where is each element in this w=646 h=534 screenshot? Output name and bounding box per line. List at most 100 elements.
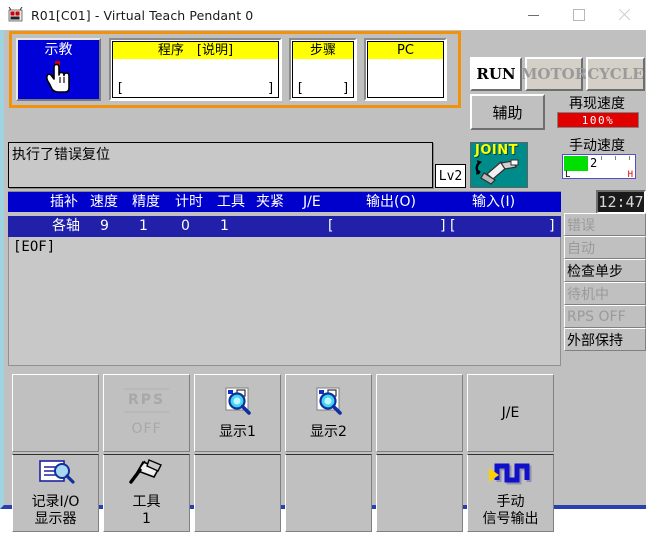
message-text: 执行了错误复位 bbox=[12, 147, 110, 163]
fkey-je[interactable]: J/E bbox=[467, 374, 554, 452]
fkey-manual-signal-label2: 信号输出 bbox=[482, 511, 539, 527]
run-mode-button[interactable]: RUN bbox=[470, 57, 522, 91]
message-bar: 执行了错误复位 bbox=[8, 142, 433, 188]
row-tool: 1 bbox=[220, 218, 229, 234]
pc-field-body[interactable] bbox=[368, 59, 443, 97]
pc-field-title: PC bbox=[368, 42, 443, 59]
function-key-row: 记录I/O 显示器 RPS OFF 工具 1 显示1 显示2 J/E 手动 信号… bbox=[12, 374, 642, 534]
program-table-row[interactable]: 各轴 9 1 0 1 [ ] [ ] bbox=[8, 216, 561, 237]
fkey-display-2-label: 显示2 bbox=[310, 423, 347, 440]
fkey-display-1-label: 显示1 bbox=[219, 423, 256, 440]
fkey-column-1: 记录I/O 显示器 bbox=[12, 374, 99, 534]
fkey-tool-1[interactable]: 工具 1 bbox=[103, 454, 190, 532]
step-field[interactable]: 步骤 [ ] bbox=[289, 38, 357, 101]
row-output-close: ] bbox=[440, 218, 446, 234]
program-field[interactable]: 程序 [说明] [ ] bbox=[109, 38, 282, 101]
playback-speed-label: 再现速度 bbox=[569, 96, 625, 112]
window-title: R01[C01] - Virtual Teach Pendant 0 bbox=[31, 7, 254, 23]
header-input: 输入(I) bbox=[472, 194, 516, 210]
level-badge[interactable]: Lv2 bbox=[435, 164, 466, 188]
close-button[interactable] bbox=[601, 0, 646, 30]
motor-mode-button[interactable]: MOTOR bbox=[521, 57, 587, 91]
fkey-manual-signal-output[interactable]: 手动 信号输出 bbox=[467, 454, 554, 532]
pendant-panel: 示教 程序 [说明] [ ] 步骤 [] PC RUN MOTOR CYCLE… bbox=[0, 30, 646, 532]
fkey-record-io-monitor[interactable]: 记录I/O 显示器 bbox=[12, 454, 99, 532]
manual-speed-high-label: H bbox=[627, 170, 633, 180]
clock-time: 12:47 bbox=[598, 193, 644, 211]
step-field-body[interactable]: [ ] bbox=[293, 59, 353, 97]
fkey-tool-label1: 工具 bbox=[132, 494, 161, 510]
header-tool: 工具 bbox=[217, 194, 245, 210]
fkey-tool-label2: 1 bbox=[142, 511, 151, 527]
row-speed: 9 bbox=[100, 218, 109, 234]
status-item-auto[interactable]: 自动 bbox=[564, 236, 646, 259]
program-eof-marker: [EOF] bbox=[13, 239, 56, 255]
fkey-column-2: RPS OFF 工具 1 bbox=[103, 374, 190, 534]
status-item-check-step[interactable]: 检查单步 bbox=[564, 259, 646, 282]
step-field-title: 步骤 bbox=[293, 42, 353, 59]
fkey-manual-signal-label1: 手动 bbox=[496, 494, 525, 510]
fkey-display-2[interactable]: 显示2 bbox=[285, 374, 372, 452]
minimize-button[interactable] bbox=[511, 0, 556, 30]
title-bar: R01[C01] - Virtual Teach Pendant 0 bbox=[0, 0, 646, 31]
header-clamp: 夹紧 bbox=[256, 194, 284, 210]
header-interp: 插补 bbox=[50, 194, 78, 210]
fkey-column-4: 显示2 bbox=[285, 374, 372, 534]
document-search-icon bbox=[34, 458, 78, 491]
auxiliary-button[interactable]: 辅助 bbox=[470, 94, 545, 130]
playback-speed-value: 100% bbox=[581, 113, 615, 127]
fkey-rps-state: OFF bbox=[131, 421, 162, 437]
header-timer: 计时 bbox=[175, 194, 203, 210]
virtual-teach-pendant-window: R01[C01] - Virtual Teach Pendant 0 示教 程序… bbox=[0, 0, 646, 532]
program-field-title: 程序 [说明] bbox=[113, 42, 278, 59]
manual-speed-slider[interactable]: 2 L H bbox=[562, 154, 636, 180]
program-field-body[interactable]: [ ] bbox=[113, 59, 278, 97]
fkey-je-label: J/E bbox=[501, 404, 520, 421]
tool-icon bbox=[125, 458, 169, 491]
fkey-rps-label: RPS bbox=[123, 388, 170, 413]
step-bracket-open: [ bbox=[296, 81, 304, 96]
fkey-3-bottom[interactable] bbox=[194, 454, 281, 532]
manual-speed-value: 2 bbox=[590, 156, 598, 170]
maximize-button[interactable] bbox=[556, 0, 601, 30]
fkey-column-6: J/E 手动 信号输出 bbox=[467, 374, 554, 534]
manual-speed-low-label: L bbox=[565, 170, 571, 180]
manual-speed-fill bbox=[564, 156, 588, 171]
row-input-open: [ bbox=[450, 218, 456, 234]
teach-mode-label: 示教 bbox=[44, 42, 73, 58]
header-output: 输出(O) bbox=[366, 194, 416, 210]
row-timer: 0 bbox=[181, 218, 190, 234]
row-output-open: [ bbox=[328, 218, 334, 234]
fkey-1-top[interactable] bbox=[12, 374, 99, 452]
fkey-4-bottom[interactable] bbox=[285, 454, 372, 532]
signal-wave-icon bbox=[487, 458, 535, 491]
status-item-external-hold[interactable]: 外部保持 bbox=[564, 328, 646, 351]
window-controls bbox=[511, 0, 646, 30]
fkey-5-bottom[interactable] bbox=[376, 454, 463, 532]
teach-mode-button[interactable]: 示教 bbox=[16, 38, 101, 101]
program-bracket-close: ] bbox=[267, 81, 275, 96]
page-search-icon bbox=[307, 386, 351, 421]
fkey-display-1[interactable]: 显示1 bbox=[194, 374, 281, 452]
row-input-close: ] bbox=[549, 218, 555, 234]
program-bracket-open: [ bbox=[116, 81, 124, 96]
page-search-icon bbox=[216, 386, 260, 421]
manual-speed-label: 手动速度 bbox=[569, 138, 625, 154]
toolbar-strip: 示教 程序 [说明] [ ] 步骤 [] PC bbox=[9, 31, 461, 108]
clock-display: 12:47 bbox=[596, 190, 646, 214]
cycle-mode-button[interactable]: CYCLE bbox=[586, 57, 645, 91]
playback-speed-indicator: 100% bbox=[557, 112, 639, 128]
header-accuracy: 精度 bbox=[132, 194, 160, 210]
pc-field[interactable]: PC bbox=[364, 38, 447, 101]
joint-icon-label: JOINT bbox=[475, 143, 518, 158]
row-interp: 各轴 bbox=[52, 218, 80, 234]
status-indicator-list: 错误 自动 检查单步 待机中 RPS OFF 外部保持 bbox=[564, 213, 646, 351]
program-content-area[interactable]: [EOF] bbox=[8, 237, 561, 366]
status-item-standby[interactable]: 待机中 bbox=[564, 282, 646, 305]
header-je: J/E bbox=[303, 194, 321, 210]
status-item-rps-off[interactable]: RPS OFF bbox=[564, 305, 646, 328]
joint-coordinate-icon[interactable]: JOINT bbox=[470, 142, 528, 188]
status-item-error[interactable]: 错误 bbox=[564, 213, 646, 236]
fkey-5-top[interactable] bbox=[376, 374, 463, 452]
fkey-rps-off[interactable]: RPS OFF bbox=[103, 374, 190, 452]
